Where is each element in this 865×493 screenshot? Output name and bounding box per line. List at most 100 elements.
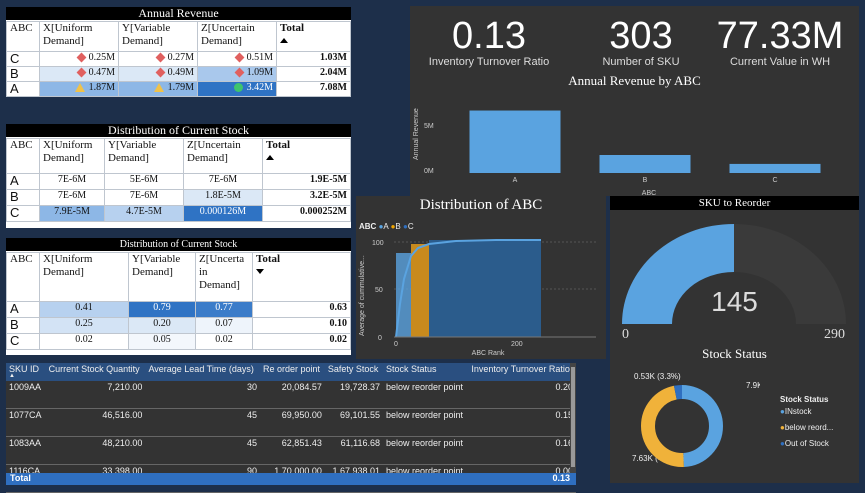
cell: 0.20 bbox=[128, 317, 196, 334]
col-header-turnover[interactable]: Inventory Turnover Ratio bbox=[468, 363, 576, 381]
cell-status: below reorder point bbox=[382, 408, 469, 437]
col-header-y[interactable]: Y[Variable Demand] bbox=[104, 138, 184, 174]
kpi-diamond-icon bbox=[76, 67, 87, 78]
sku-reorder-value: 145 bbox=[711, 286, 758, 317]
legend-title: Stock Status bbox=[780, 395, 829, 404]
col-header-x[interactable]: X[Uniform Demand] bbox=[39, 21, 119, 52]
legend-out-of-stock[interactable]: ●Out of Stock bbox=[780, 438, 833, 450]
sort-asc-icon bbox=[280, 38, 288, 43]
cell: 7E-6M bbox=[183, 173, 263, 190]
kpi-diamond-icon bbox=[234, 52, 245, 63]
row-total: 0.02 bbox=[252, 333, 351, 350]
x-tick-label: C bbox=[772, 177, 777, 184]
cell: 7E-6M bbox=[104, 189, 184, 206]
current-stock-matrix: Distribution of Current Stock ABC X[Unif… bbox=[6, 124, 351, 228]
cell: 45 bbox=[145, 408, 260, 437]
col-header-x[interactable]: X[Uniform Demand] bbox=[39, 252, 129, 302]
cell: 3.42M bbox=[197, 81, 277, 97]
legend-instock[interactable]: ●INstock bbox=[780, 406, 833, 418]
table-row[interactable]: 1083AA 48,210.00 45 62,851.43 61,116.68 … bbox=[6, 436, 576, 465]
col-header-abc[interactable]: ABC bbox=[6, 138, 40, 174]
bar-B[interactable] bbox=[599, 155, 691, 173]
table-row: B 0.25 0.20 0.07 0.10 bbox=[6, 317, 351, 334]
sku-reorder-panel: SKU to Reorder 145 0 290 bbox=[610, 196, 859, 346]
cell: 0.79 bbox=[128, 301, 196, 318]
col-header-z[interactable]: Z[Uncertain Demand] bbox=[183, 138, 263, 174]
col-header-stock-status[interactable]: Stock Status bbox=[382, 363, 469, 381]
kpi-diamond-icon bbox=[76, 52, 87, 63]
x-tick-label: B bbox=[643, 177, 648, 184]
cell: 0.02 bbox=[39, 333, 129, 350]
bar-A[interactable] bbox=[469, 110, 561, 173]
table-row: A 7E-6M 5E-6M 7E-6M 1.9E-5M bbox=[6, 173, 351, 190]
col-header-stock-qty[interactable]: Current Stock Quantity bbox=[45, 363, 146, 381]
table-row: A 1.87M 1.79M 3.42M 7.08M bbox=[6, 81, 351, 97]
row-label: A bbox=[6, 81, 40, 97]
table-scrollbar[interactable] bbox=[570, 363, 576, 473]
row-total: 1.9E-5M bbox=[262, 173, 351, 190]
sort-desc-icon bbox=[256, 269, 264, 274]
revenue-y-axis-label: Annual Revenue bbox=[413, 108, 420, 160]
gauge-max-label: 290 bbox=[824, 327, 845, 342]
col-header-total[interactable]: Total bbox=[262, 138, 351, 174]
legend-c[interactable]: ●C bbox=[403, 222, 414, 231]
current-stock-ratio-title: Distribution of Current Stock bbox=[6, 238, 351, 251]
col-header-safety-stock[interactable]: Safety Stock bbox=[324, 363, 383, 381]
col-header-abc[interactable]: ABC bbox=[6, 252, 40, 302]
stock-status-panel: Stock Status 0.53K (3.3%) 7.9K (49.17%) … bbox=[610, 346, 859, 483]
row-total: 3.2E-5M bbox=[262, 189, 351, 206]
col-header-x[interactable]: X[Uniform Demand] bbox=[39, 138, 105, 174]
kpi-current-value: 77.33M Current Value in WH bbox=[710, 16, 850, 68]
cell: 0.41 bbox=[39, 301, 129, 318]
current-stock-title: Distribution of Current Stock bbox=[6, 124, 351, 137]
cell: 69,101.55 bbox=[324, 408, 383, 437]
col-header-total[interactable]: Total bbox=[252, 252, 351, 302]
total-header-label: Total bbox=[266, 139, 291, 151]
col-header-abc[interactable]: ABC bbox=[6, 21, 40, 52]
bar-C[interactable] bbox=[729, 163, 821, 173]
col-header-reorder-point[interactable]: Re order point bbox=[260, 363, 325, 381]
col-header-total[interactable]: Total bbox=[276, 21, 351, 52]
col-header-z[interactable]: Z[Uncertain Demand] bbox=[197, 21, 277, 52]
col-header-lead-time[interactable]: Average Lead Time (days) bbox=[145, 363, 260, 381]
table-row[interactable]: 1077CA 46,516.00 45 69,950.00 69,101.55 … bbox=[6, 408, 576, 437]
col-header-y[interactable]: Y[Variable Demand] bbox=[118, 21, 198, 52]
kpi-triangle-icon bbox=[74, 83, 85, 93]
annual-revenue-table: ABC X[Uniform Demand] Y[Variable Demand]… bbox=[6, 21, 351, 97]
row-label: C bbox=[6, 333, 40, 350]
cell: 0.15 bbox=[468, 408, 576, 437]
table-row: C 0.02 0.05 0.02 0.02 bbox=[6, 333, 351, 350]
cell: 0.49M bbox=[118, 66, 198, 82]
cell: 7.9E-5M bbox=[39, 205, 105, 222]
kpi-current-value-value: 77.33M bbox=[716, 15, 844, 57]
col-header-sku[interactable]: SKU ID ▲ bbox=[6, 363, 46, 381]
legend-title: ABC bbox=[359, 222, 377, 231]
col-header-z[interactable]: Z[Uncerta in Demand] bbox=[195, 252, 253, 302]
table-row[interactable]: 1009AA 7,210.00 30 20,084.57 19,728.37 b… bbox=[6, 381, 576, 409]
legend-b[interactable]: ●B bbox=[391, 222, 401, 231]
y-tick: 0 bbox=[378, 335, 382, 342]
cell: 20,084.57 bbox=[260, 381, 325, 409]
col-header-y[interactable]: Y[Variable Demand] bbox=[128, 252, 196, 302]
cell: 0.25 bbox=[39, 317, 129, 334]
row-label: B bbox=[6, 189, 40, 206]
stock-status-donut: 0.53K (3.3%) 7.9K (49.17%) 7.63K (47.52%… bbox=[632, 372, 760, 467]
legend-a[interactable]: ●A bbox=[379, 222, 389, 231]
total-value: 0.13 bbox=[552, 473, 570, 483]
row-label: B bbox=[6, 66, 40, 82]
row-total: 1.03M bbox=[276, 51, 351, 67]
cell-status: below reorder point bbox=[382, 436, 469, 465]
sort-up-icon: ▲ bbox=[9, 373, 15, 379]
scrollbar-thumb[interactable] bbox=[571, 367, 575, 467]
table-total-row: Total 0.13 bbox=[6, 473, 576, 485]
cell: 1.79M bbox=[118, 81, 198, 97]
table-row: C 7.9E-5M 4.7E-5M 0.000126M 0.000252M bbox=[6, 205, 351, 222]
sku-table-panel: SKU ID ▲ Current Stock Quantity Average L… bbox=[6, 363, 576, 493]
y-tick: 50 bbox=[375, 287, 383, 294]
cell: 61,116.68 bbox=[324, 436, 383, 465]
legend-below-reorder[interactable]: ●below reord... bbox=[780, 422, 833, 434]
gauge-min-label: 0 bbox=[622, 327, 629, 342]
cell-status: below reorder point bbox=[382, 381, 469, 409]
kpi-turnover: 0.13 Inventory Turnover Ratio bbox=[424, 16, 554, 68]
x-tick-label: A bbox=[513, 177, 518, 184]
